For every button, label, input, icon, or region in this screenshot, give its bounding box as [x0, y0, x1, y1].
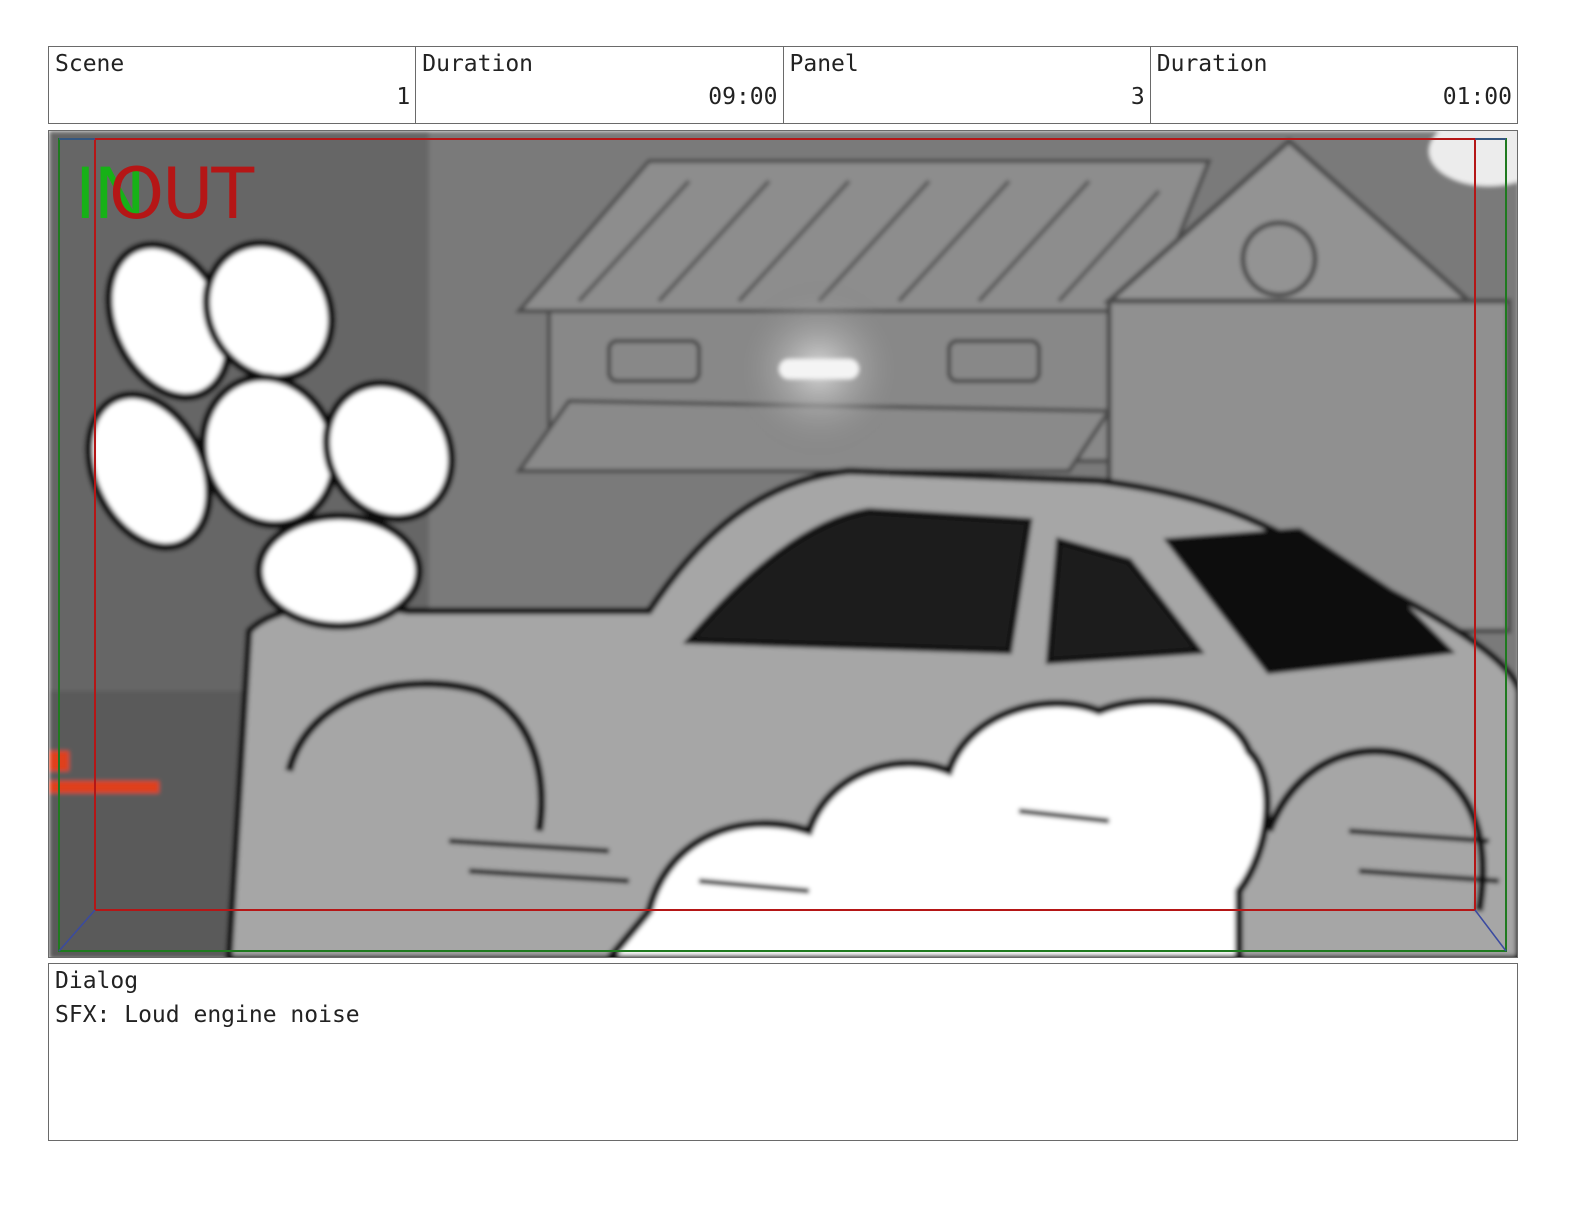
scene-duration-value[interactable]: 09:00 — [708, 84, 777, 110]
storyboard-sketch — [49, 131, 1517, 957]
panel-duration-label: Duration — [1156, 51, 1268, 77]
scene-cell: Scene 1 — [49, 47, 417, 123]
out-marker: OUT — [109, 153, 254, 235]
scene-duration-cell: Duration 09:00 — [416, 47, 784, 123]
storyboard-panel-image[interactable]: IN OUT — [48, 130, 1518, 958]
panel-duration-cell: Duration 01:00 — [1151, 47, 1517, 123]
panel-duration-value[interactable]: 01:00 — [1443, 84, 1512, 110]
panel-number[interactable]: 3 — [1131, 84, 1145, 110]
scene-label: Scene — [55, 51, 125, 77]
panel-label: Panel — [789, 51, 859, 77]
panel-info-header: Scene 1 Duration 09:00 Panel 3 Duration … — [48, 46, 1518, 124]
scene-number[interactable]: 1 — [396, 84, 410, 110]
panel-cell: Panel 3 — [784, 47, 1151, 123]
scene-duration-label: Duration — [422, 51, 534, 77]
dialog-text[interactable]: SFX: Loud engine noise — [55, 1002, 360, 1028]
dialog-label: Dialog — [55, 968, 139, 994]
dialog-box[interactable]: Dialog SFX: Loud engine noise — [48, 963, 1518, 1141]
